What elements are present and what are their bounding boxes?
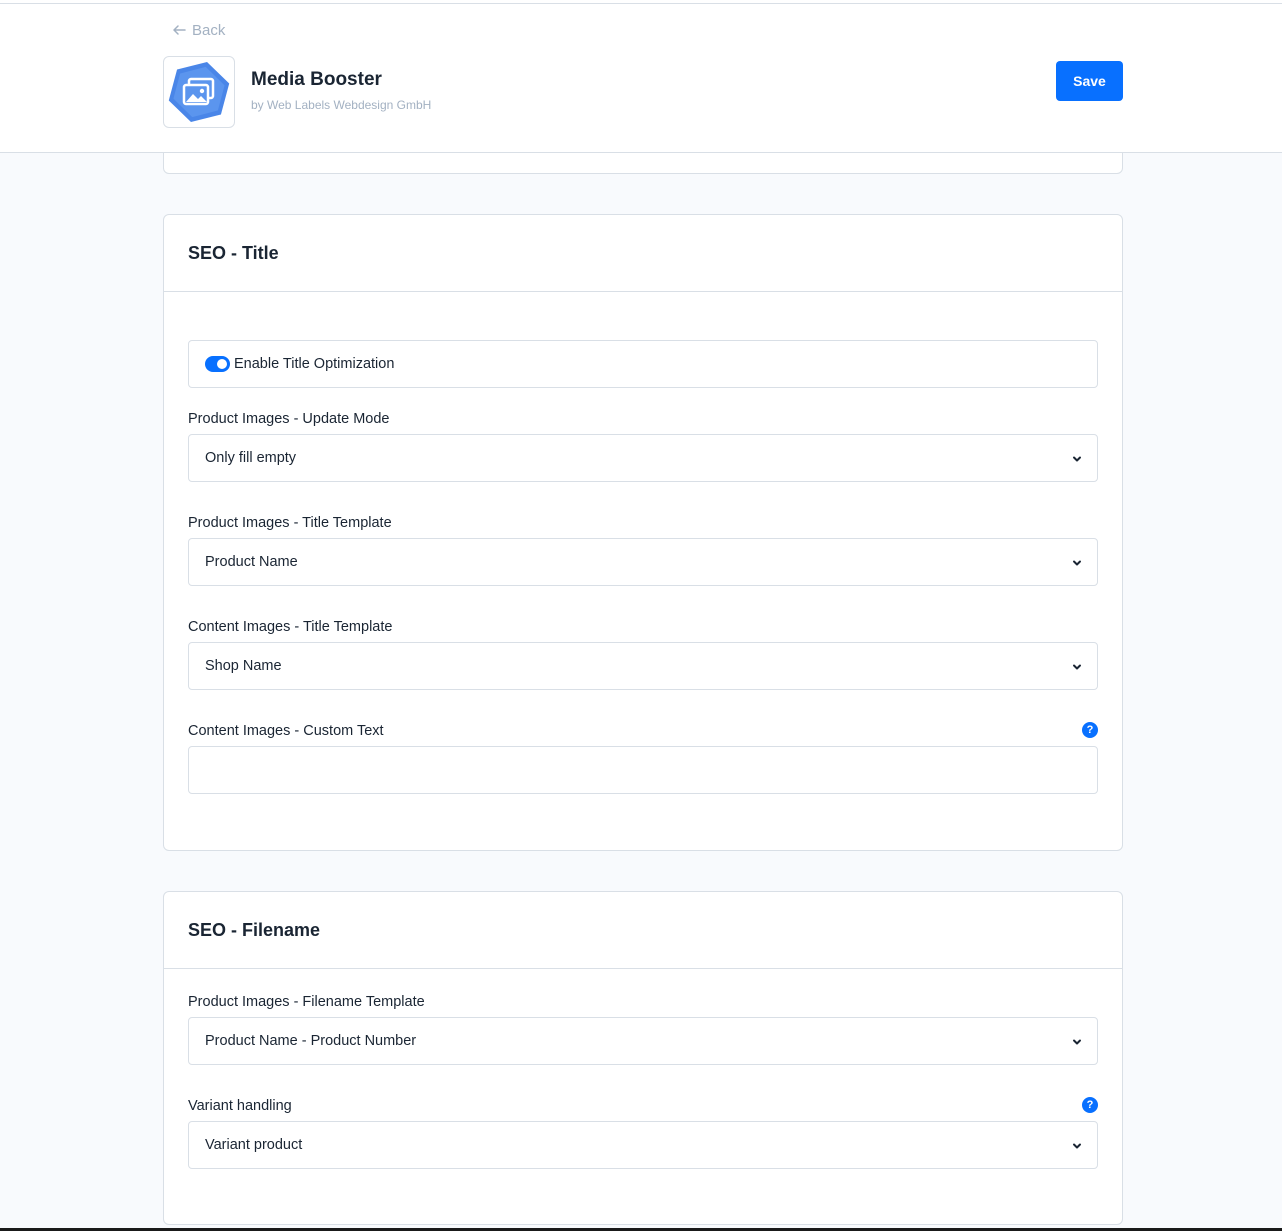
help-icon[interactable]: ?	[1082, 722, 1098, 738]
product-title-template-value: Product Name	[205, 554, 298, 570]
title-optimization-toggle-row: Enable Title Optimization	[188, 340, 1098, 388]
content-title-template-select[interactable]: Shop Name	[188, 642, 1098, 690]
content-title-template-label: Content Images - Title Template	[188, 619, 393, 635]
update-mode-label: Product Images - Update Mode	[188, 411, 390, 427]
update-mode-select[interactable]: Only fill empty	[188, 434, 1098, 482]
seo-filename-heading: SEO - Filename	[164, 892, 1122, 969]
back-label: Back	[192, 21, 226, 39]
variant-handling-label: Variant handling	[188, 1098, 292, 1114]
filename-template-label: Product Images - Filename Template	[188, 994, 425, 1010]
seo-title-heading: SEO - Title	[164, 215, 1122, 292]
update-mode-value: Only fill empty	[205, 450, 297, 466]
arrow-left-icon	[173, 25, 186, 35]
save-button[interactable]: Save	[1056, 61, 1123, 101]
content-title-template-value: Shop Name	[205, 658, 282, 674]
help-icon[interactable]: ?	[1082, 1097, 1098, 1113]
app-name: Media Booster	[251, 69, 382, 90]
app-header: Back Media Booster by Web Labels Webdesi…	[0, 4, 1282, 153]
back-link[interactable]: Back	[172, 21, 225, 39]
filename-template-select[interactable]: Product Name - Product Number	[188, 1017, 1098, 1065]
custom-text-input[interactable]	[188, 746, 1098, 794]
image-icon	[168, 62, 230, 122]
custom-text-label: Content Images - Custom Text	[188, 723, 384, 739]
chevron-down-icon	[1073, 664, 1081, 670]
variant-handling-select[interactable]: Variant product	[188, 1121, 1098, 1169]
title-optimization-label: Enable Title Optimization	[234, 356, 395, 372]
filename-template-value: Product Name - Product Number	[205, 1033, 417, 1049]
variant-handling-value: Variant product	[205, 1137, 303, 1153]
product-title-template-select[interactable]: Product Name	[188, 538, 1098, 586]
title-optimization-switch[interactable]	[205, 356, 230, 372]
chevron-down-icon	[1073, 1039, 1081, 1045]
seo-filename-card: SEO - Filename Product Images - Filename…	[163, 891, 1123, 1225]
app-vendor: by Web Labels Webdesign GmbH	[251, 98, 432, 112]
chevron-down-icon	[1073, 1143, 1081, 1149]
product-title-template-label: Product Images - Title Template	[188, 515, 392, 531]
app-logo	[163, 56, 235, 128]
chevron-down-icon	[1073, 456, 1081, 462]
chevron-down-icon	[1073, 560, 1081, 566]
seo-title-card: SEO - Title Enable Title Optimization Pr…	[163, 214, 1123, 851]
